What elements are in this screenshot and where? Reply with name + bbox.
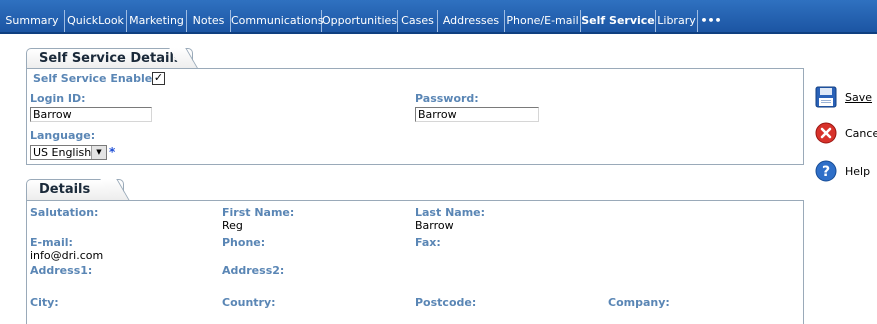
tab-communications[interactable]: Communications [231, 10, 323, 32]
help-button[interactable]: ? Help [815, 160, 877, 184]
tab-self-service[interactable]: Self Service [581, 10, 656, 32]
city-label: City: [30, 296, 59, 309]
self-service-enabled-label: Self Service Enabled [33, 72, 161, 85]
language-select[interactable]: US English ▼ [30, 145, 107, 160]
chevron-down-icon[interactable]: ▼ [91, 146, 106, 159]
salutation-label: Salutation: [30, 206, 99, 219]
tab-marketing[interactable]: Marketing [127, 10, 187, 32]
details-section-tab: Details [26, 179, 130, 201]
country-label: Country: [222, 296, 276, 309]
help-label: Help [845, 165, 871, 178]
self-service-section-title: Self Service Details [39, 51, 182, 66]
tab-library[interactable]: Library [656, 10, 698, 32]
tab-cases[interactable]: Cases [398, 10, 438, 32]
postcode-label: Postcode: [415, 296, 477, 309]
email-value: info@dri.com [30, 249, 104, 262]
tab-summary[interactable]: Summary [0, 10, 65, 32]
save-icon [815, 86, 837, 108]
login-id-label: Login ID: [30, 92, 86, 105]
address1-label: Address1: [30, 264, 93, 277]
self-service-enabled-checkbox[interactable]: ✓ [152, 72, 165, 85]
login-id-input[interactable] [30, 107, 152, 122]
language-select-value: US English [33, 146, 92, 159]
self-service-section-tab: Self Service Details [26, 48, 199, 70]
tab-opportunities[interactable]: Opportunities [322, 10, 398, 32]
language-label: Language: [30, 129, 96, 142]
save-button[interactable]: Save [815, 86, 877, 110]
password-label: Password: [415, 92, 479, 105]
first-name-label: First Name: [222, 206, 295, 219]
cancel-label: Cance [845, 127, 877, 140]
details-section-title: Details [39, 182, 91, 197]
required-asterisk: * [109, 145, 116, 159]
first-name-value: Reg [222, 219, 243, 232]
tab-quicklook[interactable]: QuickLook [65, 10, 127, 32]
company-label: Company: [608, 296, 670, 309]
tab-notes[interactable]: Notes [187, 10, 231, 32]
tab-bar: Summary QuickLook Marketing Notes Commun… [0, 0, 877, 34]
more-tabs-icon[interactable]: ••• [698, 10, 724, 32]
address2-label: Address2: [222, 264, 285, 277]
tab-addresses[interactable]: Addresses [438, 10, 505, 32]
cancel-icon [815, 122, 837, 144]
last-name-label: Last Name: [415, 206, 486, 219]
cancel-button[interactable]: Cance [815, 122, 877, 146]
save-label: Save [845, 91, 873, 104]
help-icon: ? [815, 160, 837, 182]
svg-text:?: ? [822, 164, 830, 180]
password-input[interactable] [415, 107, 539, 122]
email-label: E-mail: [30, 236, 73, 249]
last-name-value: Barrow [415, 219, 454, 232]
tab-phone-email[interactable]: Phone/E-mail [505, 10, 581, 32]
fax-label: Fax: [415, 236, 441, 249]
phone-label: Phone: [222, 236, 266, 249]
